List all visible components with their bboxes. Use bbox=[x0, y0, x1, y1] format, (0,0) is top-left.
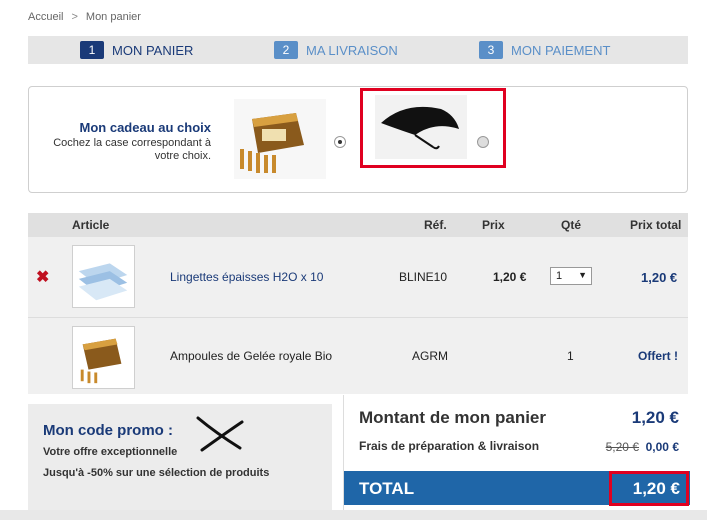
table-row: Ampoules de Gelée royale Bio AGRM 1 Offe… bbox=[28, 318, 688, 394]
quantity-value: 1 bbox=[556, 270, 563, 282]
gift-option-1-radio[interactable] bbox=[334, 136, 346, 148]
product-total: Offert ! bbox=[638, 349, 678, 363]
cart-table-header: Article Réf. Prix Qté Prix total bbox=[28, 213, 688, 237]
basket-amount-value: 1,20 € bbox=[631, 408, 679, 427]
step-label: MA LIVRAISON bbox=[306, 42, 398, 58]
promo-code-panel: Mon code promo : Votre offre exceptionne… bbox=[28, 404, 332, 520]
product-ref: AGRM bbox=[412, 349, 448, 363]
checkout-steps: 1 MON PANIER 2 MA LIVRAISON 3 MON PAIEME… bbox=[28, 36, 688, 64]
chevron-down-icon: ▼ bbox=[578, 270, 587, 280]
shipping-fee-label: Frais de préparation & livraison bbox=[359, 439, 540, 453]
product-price: 1,20 € bbox=[493, 270, 527, 284]
remove-item-icon[interactable]: ✖ bbox=[36, 267, 49, 287]
gift-choice-panel: Mon cadeau au choix Cochez la case corre… bbox=[28, 86, 688, 193]
breadcrumb-separator: > bbox=[71, 11, 78, 23]
umbrella-product-image bbox=[375, 95, 467, 159]
gift-option-2-radio[interactable] bbox=[477, 136, 489, 148]
breadcrumb-home-link[interactable]: Accueil bbox=[28, 11, 63, 23]
header-price: Prix bbox=[482, 218, 505, 232]
total-bar: TOTAL 1,20 € bbox=[344, 471, 690, 506]
royal-jelly-product-thumbnail[interactable] bbox=[72, 326, 135, 389]
product-name-link[interactable]: Lingettes épaisses H2O x 10 bbox=[170, 270, 323, 284]
header-ref: Réf. bbox=[424, 218, 447, 232]
order-summary: Montant de mon panier 1,20 € Frais de pr… bbox=[343, 395, 690, 520]
step-cart[interactable]: 1 MON PANIER bbox=[80, 41, 193, 59]
step-number: 1 bbox=[80, 41, 104, 59]
basket-amount-label: Montant de mon panier bbox=[359, 408, 546, 427]
quantity-select[interactable]: 1 ▼ bbox=[550, 267, 592, 285]
promo-offer-line: Votre offre exceptionnelle bbox=[43, 446, 178, 458]
step-number: 3 bbox=[479, 41, 503, 59]
table-row: ✖ Lingettes épaisses H2O x 10 BLINE10 1,… bbox=[28, 237, 688, 318]
breadcrumb: Accueil > Mon panier bbox=[28, 11, 141, 23]
product-ref: BLINE10 bbox=[399, 270, 448, 284]
header-qty: Qté bbox=[561, 218, 582, 232]
product-total: 1,20 € bbox=[641, 270, 678, 285]
shipping-fee-old: 5,20 € bbox=[605, 440, 639, 454]
step-payment[interactable]: 3 MON PAIEMENT bbox=[479, 41, 610, 59]
product-name: Ampoules de Gelée royale Bio bbox=[170, 349, 333, 363]
total-label: TOTAL bbox=[359, 479, 415, 498]
promo-title[interactable]: Mon code promo : bbox=[43, 422, 173, 439]
step-delivery[interactable]: 2 MA LIVRAISON bbox=[274, 41, 398, 59]
wipes-product-thumbnail[interactable] bbox=[72, 245, 135, 308]
product-qty: 1 bbox=[567, 349, 574, 363]
page-bottom-strip bbox=[0, 510, 707, 520]
total-highlight bbox=[609, 471, 689, 506]
step-label: MON PANIER bbox=[112, 42, 194, 58]
header-total: Prix total bbox=[630, 218, 682, 232]
promo-discount-line: Jusqu'à -50% sur une sélection de produi… bbox=[43, 467, 270, 479]
gift-title: Mon cadeau au choix bbox=[79, 120, 211, 135]
royal-jelly-product-image bbox=[234, 99, 326, 179]
cross-mark-annotation-icon bbox=[196, 416, 244, 452]
step-label: MON PAIEMENT bbox=[511, 42, 611, 58]
breadcrumb-current: Mon panier bbox=[85, 11, 141, 23]
gift-subtitle: Cochez la case correspondant à votre cho… bbox=[53, 137, 211, 162]
step-number: 2 bbox=[274, 41, 298, 59]
shipping-fee-new: 0,00 € bbox=[645, 440, 679, 454]
header-article: Article bbox=[72, 218, 110, 232]
